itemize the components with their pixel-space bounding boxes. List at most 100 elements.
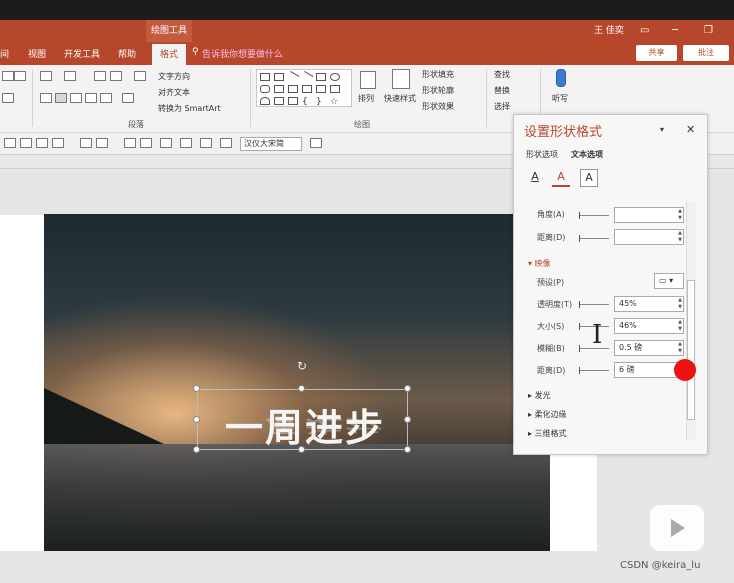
- blur-field[interactable]: 0.5 磅 ▲ ▼: [614, 340, 684, 356]
- tab-shape-options[interactable]: 形状选项: [526, 149, 558, 160]
- spinner-icon[interactable]: ▲ ▼: [678, 341, 682, 355]
- reflection-section-header[interactable]: ▾ 映像: [528, 258, 551, 269]
- select-button[interactable]: 选择: [494, 101, 510, 112]
- textbox-layout-icon[interactable]: A: [580, 169, 598, 187]
- toolbar-icon[interactable]: [52, 138, 64, 148]
- text-effects-icon[interactable]: A: [552, 169, 570, 187]
- text-direction-button[interactable]: 文字方向: [158, 71, 190, 82]
- textbox-shape-icon[interactable]: [260, 73, 270, 81]
- font-size-icon[interactable]: [2, 71, 14, 81]
- toolbar-icon[interactable]: [80, 138, 92, 148]
- curved-connector-icon[interactable]: [302, 85, 312, 93]
- bullets-icon[interactable]: [40, 71, 52, 81]
- resize-handle[interactable]: [404, 416, 411, 423]
- quick-styles-button[interactable]: 快速样式: [384, 93, 416, 104]
- replace-button[interactable]: 替换: [494, 85, 510, 96]
- angle-field[interactable]: ▲ ▼: [614, 207, 684, 223]
- spinner-icon[interactable]: ▲ ▼: [678, 230, 682, 244]
- pane-menu-icon[interactable]: ▾: [660, 125, 664, 134]
- menu-item-help[interactable]: 帮助: [118, 47, 136, 60]
- menu-item-developer[interactable]: 开发工具: [64, 47, 100, 60]
- star-shape-icon[interactable]: ☆: [330, 97, 340, 107]
- spinner-icon[interactable]: ▲ ▼: [678, 208, 682, 222]
- pane-scroll-thumb[interactable]: [687, 280, 695, 420]
- preset-dropdown[interactable]: ▭ ▾: [654, 273, 684, 289]
- resize-handle[interactable]: [193, 446, 200, 453]
- soft-edges-section-header[interactable]: ▸ 柔化边缘: [528, 409, 567, 420]
- rotate-handle-icon[interactable]: ↻: [297, 360, 309, 372]
- convert-smartart-button[interactable]: 转换为 SmartArt: [158, 103, 221, 114]
- toolbar-icon[interactable]: [4, 138, 16, 148]
- toolbar-icon[interactable]: [220, 138, 232, 148]
- toolbar-icon[interactable]: [20, 138, 32, 148]
- align-text-button[interactable]: 对齐文本: [158, 87, 190, 98]
- numbering-icon[interactable]: [64, 71, 76, 81]
- quick-styles-icon[interactable]: [392, 69, 410, 89]
- toolbar-icon[interactable]: [96, 138, 108, 148]
- font-color-icon[interactable]: [2, 93, 14, 103]
- find-button[interactable]: 查找: [494, 69, 510, 80]
- spinner-icon[interactable]: ▲ ▼: [678, 319, 682, 333]
- toolbar-icon[interactable]: [180, 138, 192, 148]
- selection-box[interactable]: [197, 389, 408, 450]
- triangle-shape-icon[interactable]: [274, 85, 284, 93]
- block-arrow-icon[interactable]: [316, 85, 326, 93]
- shape-fill-button[interactable]: 形状填充: [422, 69, 454, 80]
- shape-effects-button[interactable]: 形状效果: [422, 101, 454, 112]
- dictate-button[interactable]: 听写: [552, 93, 568, 104]
- elbow-connector-icon[interactable]: [288, 85, 298, 93]
- comment-button[interactable]: 批注: [683, 45, 729, 61]
- resize-handle[interactable]: [404, 385, 411, 392]
- toolbar-icon[interactable]: [200, 138, 212, 148]
- line-shape-icon[interactable]: [286, 71, 300, 83]
- resize-handle[interactable]: [298, 446, 305, 453]
- scribble-icon[interactable]: [288, 97, 298, 105]
- tell-me-input[interactable]: 告诉我你想要做什么: [202, 47, 283, 60]
- oval-shape-icon[interactable]: [330, 73, 340, 81]
- freeform-icon[interactable]: [274, 97, 284, 105]
- user-name[interactable]: 王 佳奕: [594, 20, 624, 42]
- size-field[interactable]: 46% ▲ ▼: [614, 318, 684, 334]
- down-arrow-icon[interactable]: [330, 85, 340, 93]
- minimize-icon[interactable]: ─: [672, 20, 678, 42]
- toolbar-icon[interactable]: [310, 138, 322, 148]
- menu-item-format[interactable]: 格式: [152, 44, 187, 65]
- context-tab-drawing-tools[interactable]: 绘图工具: [146, 20, 192, 42]
- font-select[interactable]: 汉仪大宋简: [240, 137, 302, 151]
- tab-text-options[interactable]: 文本选项: [571, 149, 603, 160]
- ribbon-display-icon[interactable]: ▭: [640, 20, 649, 42]
- resize-handle[interactable]: [404, 446, 411, 453]
- justify-icon[interactable]: [85, 93, 97, 103]
- glow-section-header[interactable]: ▸ 发光: [528, 390, 551, 401]
- transparency-slider[interactable]: [579, 301, 609, 308]
- rounded-rect-icon[interactable]: [260, 85, 270, 93]
- distance-field-top[interactable]: ▲ ▼: [614, 229, 684, 245]
- angle-slider[interactable]: [579, 212, 609, 219]
- decrease-indent-icon[interactable]: [94, 71, 106, 81]
- text-highlight-icon[interactable]: [14, 71, 26, 81]
- spinner-icon[interactable]: ▲ ▼: [678, 297, 682, 311]
- vertical-textbox-icon[interactable]: [274, 73, 284, 81]
- resize-handle[interactable]: [193, 416, 200, 423]
- resize-handle[interactable]: [298, 385, 305, 392]
- shape-outline-button[interactable]: 形状轮廓: [422, 85, 454, 96]
- menu-item-view[interactable]: 视图: [28, 47, 46, 60]
- 3d-format-section-header[interactable]: ▸ 三维格式: [528, 428, 567, 439]
- text-fill-icon[interactable]: A: [526, 169, 544, 187]
- shapes-gallery[interactable]: { } ☆: [256, 69, 352, 107]
- distributed-icon[interactable]: [100, 93, 112, 103]
- brace-shape-icon[interactable]: {: [302, 97, 312, 107]
- restore-icon[interactable]: ❐: [704, 20, 713, 42]
- resize-handle[interactable]: [193, 385, 200, 392]
- toolbar-icon[interactable]: [140, 138, 152, 148]
- toolbar-icon[interactable]: [36, 138, 48, 148]
- distance-slider[interactable]: [579, 367, 609, 374]
- microphone-icon[interactable]: [556, 69, 566, 87]
- rectangle-shape-icon[interactable]: [316, 73, 326, 81]
- distance-slider-top[interactable]: [579, 235, 609, 242]
- close-icon[interactable]: ✕: [686, 123, 695, 136]
- arrange-icon[interactable]: [360, 71, 376, 89]
- line-spacing-icon[interactable]: [134, 71, 146, 81]
- align-center-icon[interactable]: [55, 93, 67, 103]
- align-left-icon[interactable]: [40, 93, 52, 103]
